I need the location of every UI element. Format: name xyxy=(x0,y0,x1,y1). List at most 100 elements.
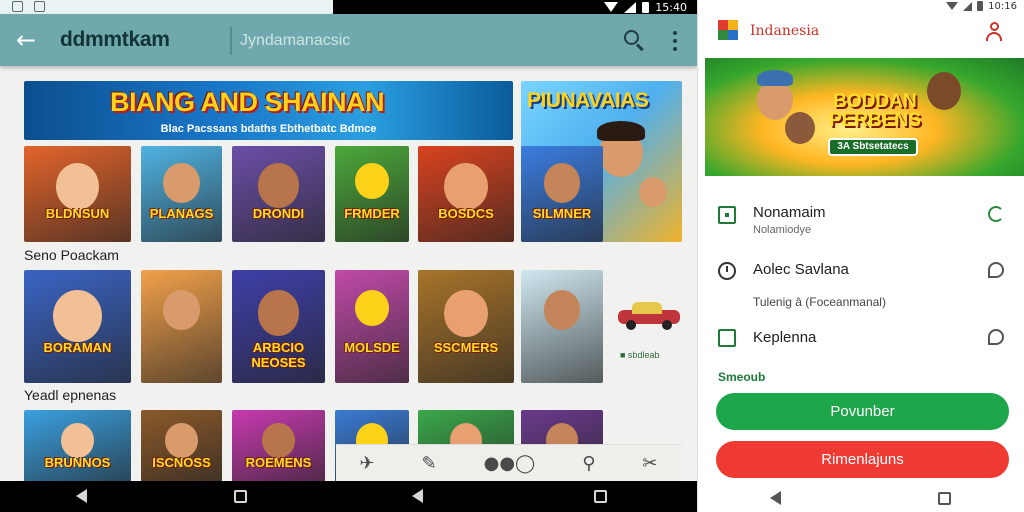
featured-banner[interactable]: BIANG AND SHAINAN Blac Pacssans bdaths E… xyxy=(24,81,513,140)
character-face xyxy=(785,112,815,144)
bottom-tab-bar: ✈ ✎ ●●◯ ⚲ ✂ xyxy=(336,444,681,482)
checkbox-icon[interactable] xyxy=(718,329,736,347)
screenshot-root: 15:40 ← ddmmtkam Jyndamanacsic BIANG AND… xyxy=(0,0,1024,512)
game-tile-caption: BOSDCS xyxy=(438,205,494,221)
status-right: 15:40 xyxy=(604,0,687,14)
game-tile-caption: MOLSDE xyxy=(344,340,400,356)
nav-home-icon[interactable] xyxy=(938,492,951,505)
game-tile[interactable] xyxy=(141,270,222,383)
status-time: 10:16 xyxy=(988,0,1017,12)
secondary-button[interactable]: Rimenlajuns xyxy=(716,441,1009,478)
character-face xyxy=(444,290,488,337)
game-tile[interactable]: ARBCIO NEOSES xyxy=(232,270,325,383)
character-face xyxy=(355,290,389,327)
game-tile[interactable] xyxy=(521,270,603,383)
section-label: Yeadl epnenas xyxy=(24,387,117,403)
game-tile[interactable]: ISCNOSS xyxy=(141,410,222,482)
featured-banner-subtitle: Blac Pacssans bdaths Ebthetbatc Bdmce xyxy=(160,123,377,135)
game-tile-caption: PLANAGS xyxy=(149,205,214,221)
character-face xyxy=(163,290,200,330)
game-tile[interactable]: BOSDCS xyxy=(418,146,514,242)
app-logo-icon xyxy=(718,20,738,40)
signal-icon xyxy=(963,1,973,11)
system-nav-bar xyxy=(0,481,697,512)
list-item-label: Nonamaim xyxy=(753,204,826,221)
nav-back-icon[interactable] xyxy=(770,491,781,505)
game-tile-caption: BRUNNOS xyxy=(44,454,111,470)
game-tile-caption: ROEMENS xyxy=(245,454,312,470)
game-tile[interactable]: BORAMAN xyxy=(24,270,131,383)
character-face xyxy=(444,163,488,210)
game-tile-caption: SSCMERS xyxy=(433,340,499,356)
character-face xyxy=(257,290,300,336)
chat-icon[interactable] xyxy=(988,262,1004,278)
app-title: Indanesia xyxy=(750,23,820,39)
system-nav-bar xyxy=(698,486,1024,512)
list-item-sublabel: Tulenig â (Foceanmanal) xyxy=(753,295,886,309)
tab-tools-icon[interactable]: ✂ xyxy=(642,453,657,474)
promo-banner-pill[interactable]: 3A Sbtsetatecs xyxy=(828,138,918,156)
phone-app: 10:16 Indanesia BODDAN PERBENS 3A Sbtset… xyxy=(697,0,1024,512)
profile-icon[interactable] xyxy=(984,21,1004,41)
primary-button[interactable]: Povunber xyxy=(716,393,1009,430)
battery-icon xyxy=(642,1,650,13)
game-tile[interactable]: MOLSDE xyxy=(335,270,409,383)
nav-home-icon[interactable] xyxy=(234,490,247,503)
status-bar: 15:40 xyxy=(0,0,697,14)
promo-banner[interactable]: BODDAN PERBENS 3A Sbtsetatecs xyxy=(705,58,1024,176)
signal-icon xyxy=(624,1,637,13)
character-cap xyxy=(757,70,793,86)
search-icon[interactable] xyxy=(621,27,647,53)
tab-search-icon[interactable]: ⚲ xyxy=(582,453,595,474)
tab-edit-icon[interactable]: ✎ xyxy=(422,453,437,474)
game-tile-caption: FRMDER xyxy=(344,205,400,221)
status-time: 15:40 xyxy=(655,0,687,14)
game-tile[interactable]: BRUNNOS xyxy=(24,410,131,482)
tab-dots-icon[interactable]: ●●◯ xyxy=(484,453,536,474)
character-hair xyxy=(597,121,645,141)
nav-back-icon[interactable] xyxy=(76,489,87,503)
sync-icon[interactable] xyxy=(988,206,1004,222)
game-tile-caption: BLDNSUN xyxy=(45,205,110,221)
section-label: Seno Poackam xyxy=(24,247,119,263)
featured-banner-title: BIANG AND SHAINAN xyxy=(110,87,385,117)
game-tile-caption: SILMNER xyxy=(532,205,592,221)
nav-home-icon[interactable] xyxy=(594,490,607,503)
small-caption: ■ sbdleab xyxy=(620,350,660,360)
game-tile[interactable]: PLANAGS xyxy=(141,146,222,242)
game-tile[interactable]: BLDNSUN xyxy=(24,146,131,242)
list-item-2[interactable]: Aolec Savlana Tulenig â (Foceanmanal) xyxy=(698,258,1024,314)
game-tile[interactable]: FRMDER xyxy=(335,146,409,242)
list-item-1[interactable]: Nonamaim Nolamiodye xyxy=(698,200,1024,240)
character-face xyxy=(757,80,793,120)
app-header: Indanesia xyxy=(698,14,1024,52)
search-input[interactable]: Jyndamanacsic xyxy=(230,27,600,55)
game-tile[interactable]: DRONDI xyxy=(232,146,325,242)
list-item-3[interactable]: Keplenna xyxy=(698,327,1024,353)
chat-icon[interactable] xyxy=(988,329,1004,345)
character-face xyxy=(355,163,389,200)
character-face xyxy=(543,290,581,331)
promo-banner-title: BODDAN PERBENS xyxy=(829,91,921,131)
back-arrow-icon[interactable]: ← xyxy=(16,27,42,53)
calendar-icon xyxy=(718,206,736,224)
download-icon xyxy=(34,1,45,12)
character-face xyxy=(61,422,94,458)
app-title: ddmmtkam xyxy=(60,28,170,51)
character-face xyxy=(543,163,581,204)
more-vert-icon[interactable] xyxy=(668,29,682,53)
tab-plane-icon[interactable]: ✈ xyxy=(359,453,374,474)
game-tile-caption: ISCNOSS xyxy=(152,454,211,470)
list-item-sublabel: Nolamiodye xyxy=(753,224,812,236)
game-tile[interactable]: SSCMERS xyxy=(418,270,514,383)
game-tile[interactable]: SILMNER xyxy=(521,146,603,242)
game-store-app: 15:40 ← ddmmtkam Jyndamanacsic BIANG AND… xyxy=(0,0,697,512)
game-tile-caption: BORAMAN xyxy=(43,340,112,356)
nav-back-icon[interactable] xyxy=(412,489,423,503)
car-icon[interactable] xyxy=(618,302,680,330)
character-face xyxy=(53,290,102,343)
app-bar: ← ddmmtkam Jyndamanacsic xyxy=(0,14,697,66)
side-banner-title: PIUNAVAIAS xyxy=(527,89,649,112)
game-tile[interactable]: ROEMENS xyxy=(232,410,325,482)
list-item-label: Aolec Savlana xyxy=(753,261,849,278)
